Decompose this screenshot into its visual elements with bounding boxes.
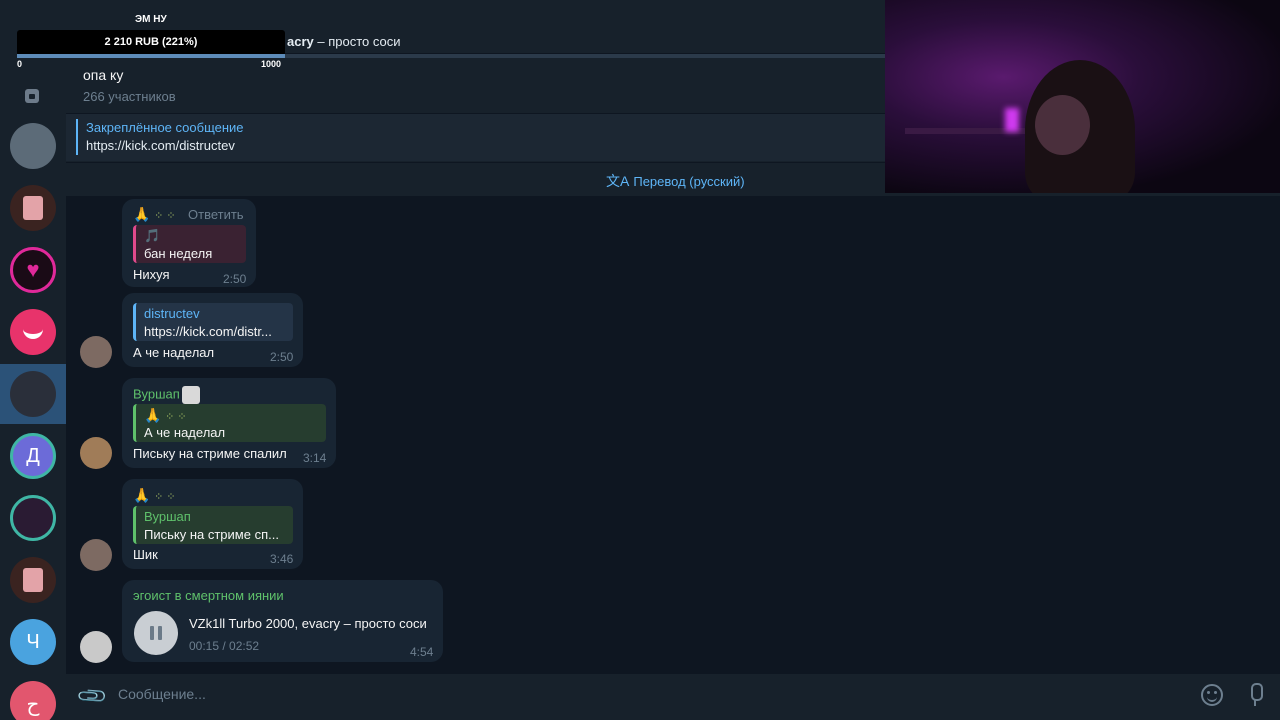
pause-button[interactable] <box>134 611 178 655</box>
pinned-title: Закреплённое сообщение <box>86 120 244 135</box>
chat-avatar-10[interactable]: ح <box>10 681 56 720</box>
chat-avatar-7[interactable] <box>10 495 56 541</box>
message-time: 2:50 <box>270 350 294 364</box>
message-input[interactable] <box>118 686 1178 702</box>
message-header: 🙏 ⁘ ⁘ <box>133 487 176 503</box>
donation-goal-fill <box>17 54 285 58</box>
translate-button[interactable]: 文A Перевод (русский) <box>606 171 745 191</box>
microphone-icon[interactable] <box>1249 683 1263 707</box>
chat-avatar-6[interactable]: Д <box>10 433 56 479</box>
audio-title: VZk1ll Turbo 2000, evacry – просто соси <box>189 616 427 631</box>
reply-quote[interactable]: Вуршап Письку на стриме сп... <box>133 506 293 544</box>
chat-avatar-3[interactable]: ♥ <box>10 247 56 293</box>
pinned-text: https://kick.com/distructev <box>86 138 235 153</box>
emoji-icon[interactable] <box>1201 684 1223 706</box>
reply-quote[interactable]: distructev https://kick.com/distr... <box>133 303 293 341</box>
chat-avatar-1[interactable] <box>10 123 56 169</box>
message-time: 3:46 <box>270 552 294 566</box>
chat-list-strip <box>0 0 66 720</box>
message-text: А че наделал <box>133 345 215 360</box>
translate-bar <box>66 162 885 196</box>
chat-title[interactable]: опа ку <box>83 67 123 83</box>
avatar[interactable] <box>80 539 112 571</box>
donation-goal-title: ЭМ НУ <box>135 14 167 25</box>
pause-icon <box>150 626 162 640</box>
message-header: 🙏 ⁘ ⁘ <box>133 206 176 222</box>
message-text: Нихуя <box>133 267 170 282</box>
chat-avatar-2[interactable] <box>10 185 56 231</box>
audio-progress-time: 00:15 / 02:52 <box>189 639 260 653</box>
donation-goal-amount: 2 210 RUB (221%) <box>104 36 198 48</box>
avatar[interactable] <box>80 631 112 663</box>
message-author[interactable]: Вуршап <box>133 386 200 404</box>
reply-quote[interactable]: 🙏 ⁘ ⁘ А че наделал <box>133 404 326 442</box>
webcam-overlay <box>885 0 1280 193</box>
chat-avatar-4[interactable] <box>10 309 56 355</box>
lock-icon[interactable] <box>25 89 39 103</box>
now-playing-text[interactable]: acry – просто соси <box>287 34 401 49</box>
reply-quote[interactable]: 🎵 бан неделя <box>133 225 246 263</box>
avatar[interactable] <box>80 437 112 469</box>
chat-avatar-8[interactable] <box>10 557 56 603</box>
message-author[interactable]: эгоист в смертном иянии <box>133 588 284 603</box>
donation-goal-min: 0 <box>17 59 23 69</box>
message-text: Письку на стриме спалил <box>133 446 287 461</box>
message-time: 4:54 <box>410 645 434 659</box>
avatar[interactable] <box>80 336 112 368</box>
member-count: 266 участников <box>83 89 176 104</box>
translate-icon: 文A <box>606 173 630 189</box>
message-time: 3:14 <box>303 451 327 465</box>
message-time: 2:50 <box>223 272 247 286</box>
message-text: Шик <box>133 547 158 562</box>
chat-avatar-5[interactable] <box>10 371 56 417</box>
chat-avatar-9[interactable]: Ч <box>10 619 56 665</box>
donation-goal-max: 1000 <box>261 59 282 69</box>
pinned-indicator <box>76 119 78 155</box>
reply-action[interactable]: Ответить <box>188 207 244 222</box>
